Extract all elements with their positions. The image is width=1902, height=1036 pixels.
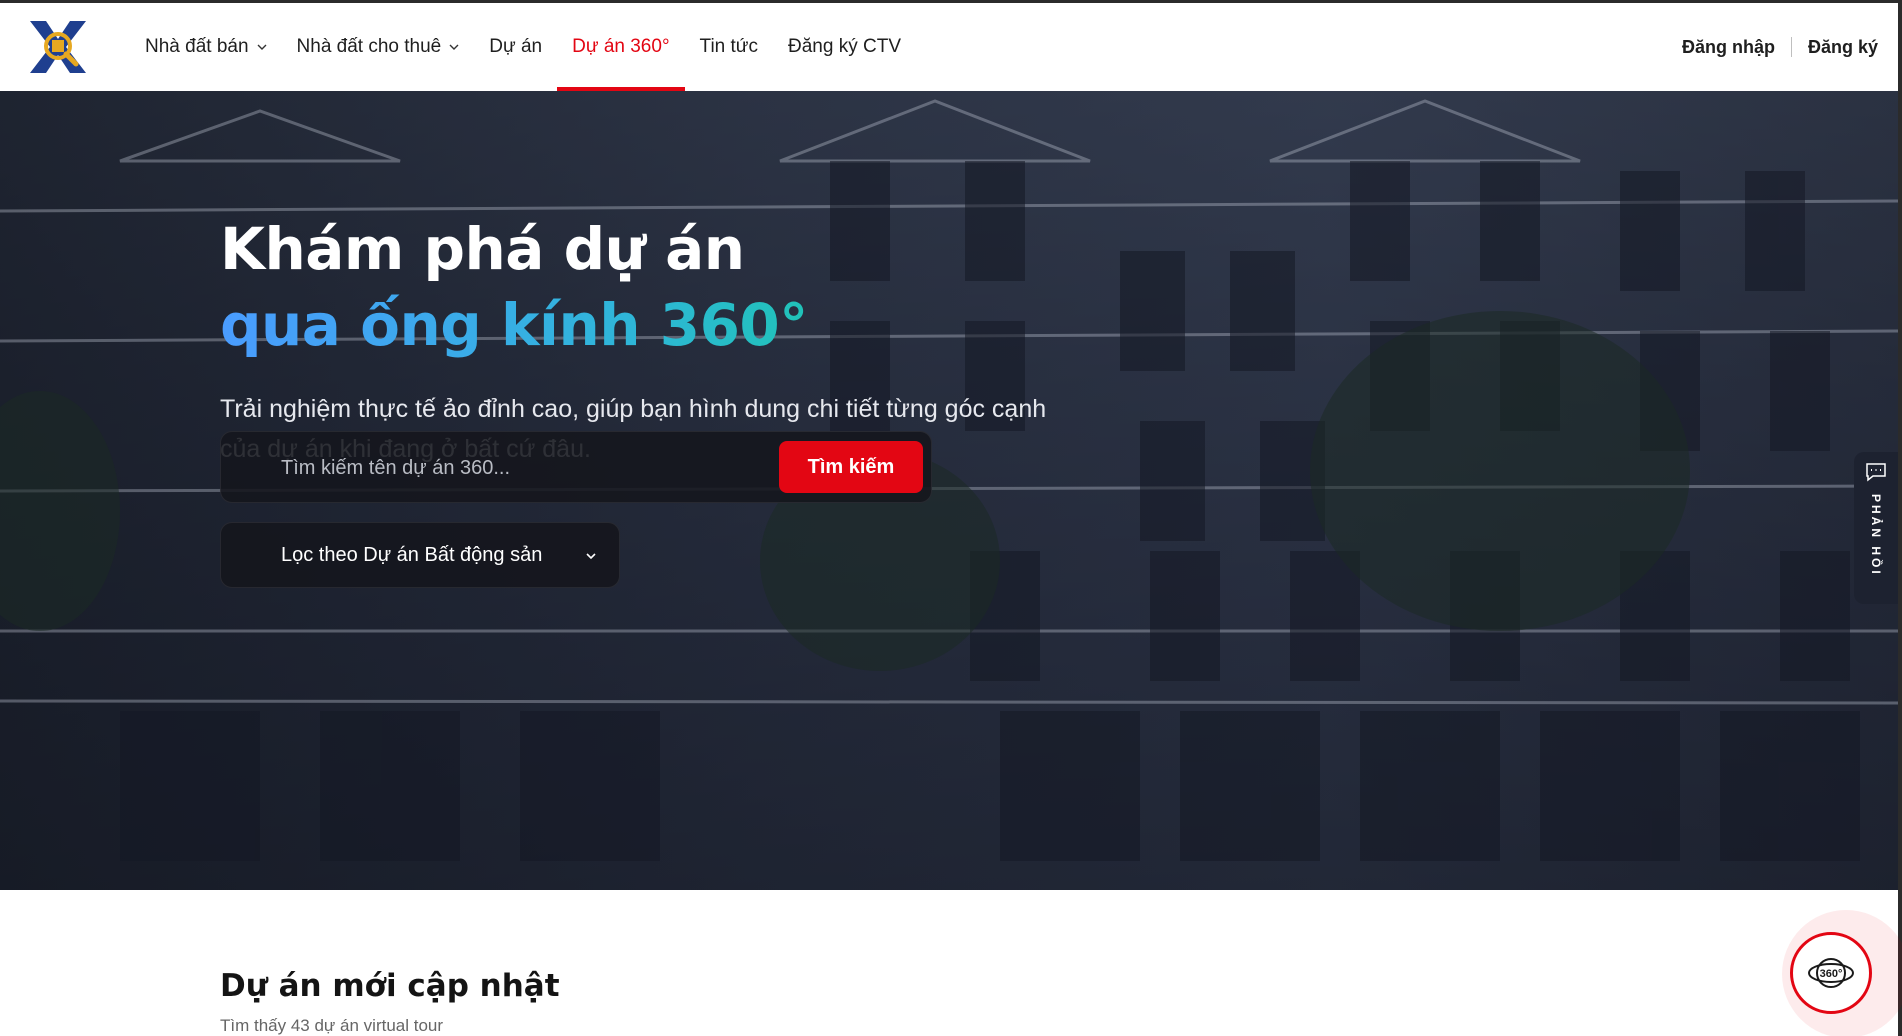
search-button[interactable]: Tìm kiếm (779, 441, 923, 493)
hero-title-line2: qua ống kính 360° (220, 287, 1120, 363)
nav-label: Nhà đất cho thuê (296, 36, 442, 57)
nav-item-nha-dat-cho-thue[interactable]: Nhà đất cho thuê (282, 3, 475, 91)
globe-360-icon: 360° (1808, 958, 1854, 988)
login-link[interactable]: Đăng nhập (1682, 37, 1775, 58)
nav-label: Đăng ký CTV (788, 36, 901, 57)
feedback-tab[interactable]: PHẢN HỒI (1854, 452, 1898, 604)
project-filter-dropdown[interactable]: Lọc theo Dự án Bất động sản (220, 522, 620, 588)
section-title: Dự án mới cập nhật (220, 968, 560, 1004)
chevron-down-icon (257, 44, 267, 50)
nav-label: Dự án (489, 36, 543, 57)
feedback-label: PHẢN HỒI (1869, 494, 1883, 577)
hero-title-line1: Khám phá dự án (220, 215, 745, 283)
auth-links: Đăng nhập Đăng ký (1682, 3, 1878, 91)
nav-item-dang-ky-ctv[interactable]: Đăng ký CTV (773, 3, 916, 91)
site-header: Nhà đất bán Nhà đất cho thuê Dự án Dự án… (0, 3, 1898, 91)
nav-item-nha-dat-ban[interactable]: Nhà đất bán (130, 3, 282, 91)
filter-label: Lọc theo Dự án Bất động sản (281, 543, 543, 566)
register-link[interactable]: Đăng ký (1808, 37, 1878, 58)
nav-item-du-an[interactable]: Dự án (474, 3, 557, 91)
fab-label: 360° (1820, 968, 1843, 980)
nav-label: Dự án 360° (572, 36, 670, 57)
view-360-button[interactable]: 360° (1790, 932, 1872, 1014)
nav-item-tin-tuc[interactable]: Tin tức (685, 3, 773, 91)
hero-search-bar: Tìm kiếm (220, 431, 932, 504)
nav-item-du-an-360[interactable]: Dự án 360° (557, 3, 685, 91)
logo-icon (30, 21, 86, 73)
auth-divider (1790, 37, 1792, 57)
section-subtitle: Tìm thấy 43 dự án virtual tour (220, 1016, 444, 1035)
chevron-down-icon (586, 553, 596, 560)
chevron-down-icon (449, 44, 459, 50)
nav-label: Nhà đất bán (145, 36, 249, 57)
main-nav: Nhà đất bán Nhà đất cho thuê Dự án Dự án… (130, 3, 916, 91)
nav-label: Tin tức (699, 36, 759, 57)
window-right-border (1898, 0, 1902, 1036)
search-input[interactable] (281, 432, 781, 504)
site-logo[interactable] (26, 19, 90, 75)
chat-icon (1866, 463, 1886, 482)
